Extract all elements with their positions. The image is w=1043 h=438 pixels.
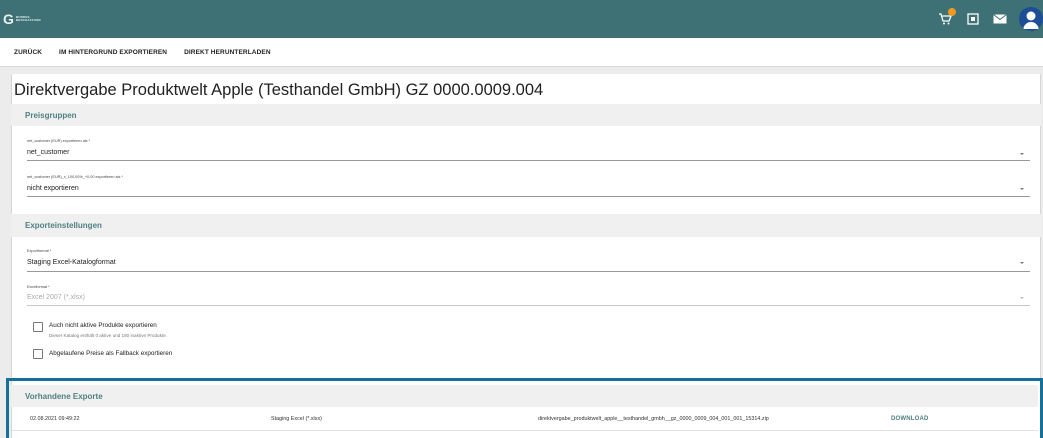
field-value: Excel 2007 (*.xlsx) xyxy=(27,294,85,301)
export-date: 02.08.2021 09:49:22 xyxy=(30,416,80,422)
field-underline xyxy=(27,196,1030,197)
field-label: net_customer (EUR)_x_100,00%_+0,00 expor… xyxy=(27,175,123,179)
section-header-export-settings: Exporteinstellungen xyxy=(11,214,1041,237)
section-header-existing-exports: Vorhandene Exporte xyxy=(11,385,1038,407)
top-app-bar: G BUNDES BESCHAFFUNG xyxy=(0,0,1043,38)
cart-icon[interactable] xyxy=(938,8,956,26)
user-avatar-icon[interactable] xyxy=(1019,7,1043,31)
chevron-down-icon xyxy=(1020,188,1024,190)
chevron-down-icon xyxy=(1020,153,1024,155)
action-toolbar: ZURÜCK IM HINTERGRUND EXPORTIEREN DIREKT… xyxy=(0,38,1043,67)
field-underline xyxy=(27,305,1030,306)
cart-badge xyxy=(948,8,956,16)
row-divider xyxy=(11,430,1038,431)
checkbox-label-inactive-products: Auch nicht aktive Produkte exportieren xyxy=(49,322,157,329)
checkbox-expired-prices[interactable] xyxy=(33,349,43,359)
chevron-down-icon xyxy=(1020,297,1024,299)
header-actions xyxy=(938,0,1043,38)
direct-download-button[interactable]: DIREKT HERUNTERLADEN xyxy=(184,49,271,56)
logo-letter: G xyxy=(3,11,14,27)
checkbox-inactive-products[interactable] xyxy=(33,322,43,332)
field-underline xyxy=(27,271,1030,272)
field-label: Exportformat * xyxy=(27,249,52,253)
back-button[interactable]: ZURÜCK xyxy=(14,49,42,56)
export-background-button[interactable]: IM HINTERGRUND EXPORTIEREN xyxy=(59,49,167,56)
export-filename: direktvergabe_produktwelt_apple__testhan… xyxy=(538,416,769,422)
field-label: Excelformat * xyxy=(27,285,50,289)
field-value: net_customer xyxy=(27,149,70,156)
field-value: Staging Excel-Katalogformat xyxy=(27,259,116,266)
section-header-price-groups: Preisgruppen xyxy=(11,104,1041,126)
app-logo[interactable]: G BUNDES BESCHAFFUNG xyxy=(3,12,41,26)
chevron-down-icon xyxy=(1020,262,1024,264)
field-value: nicht exportieren xyxy=(27,185,79,192)
download-button[interactable]: DOWNLOAD xyxy=(891,416,929,422)
logo-wordmark: BUNDES BESCHAFFUNG xyxy=(15,15,42,23)
field-label: net_customer (EUR) exportieren als * xyxy=(27,139,91,143)
field-underline xyxy=(27,160,1030,161)
download-box-icon[interactable] xyxy=(967,13,979,25)
export-format: Staging Excel (*.xlsx) xyxy=(271,416,322,422)
checkbox-label-expired-prices: Abgelaufene Preise als Fallback exportie… xyxy=(49,350,173,357)
logo-text-line2: BESCHAFFUNG xyxy=(15,18,42,22)
mail-icon[interactable] xyxy=(993,14,1007,24)
page-title: Direktvergabe Produktwelt Apple (Testhan… xyxy=(14,81,544,99)
checkbox-hint-inactive-products: Dieser Katalog enthält 0 aktive und 180 … xyxy=(49,333,167,338)
